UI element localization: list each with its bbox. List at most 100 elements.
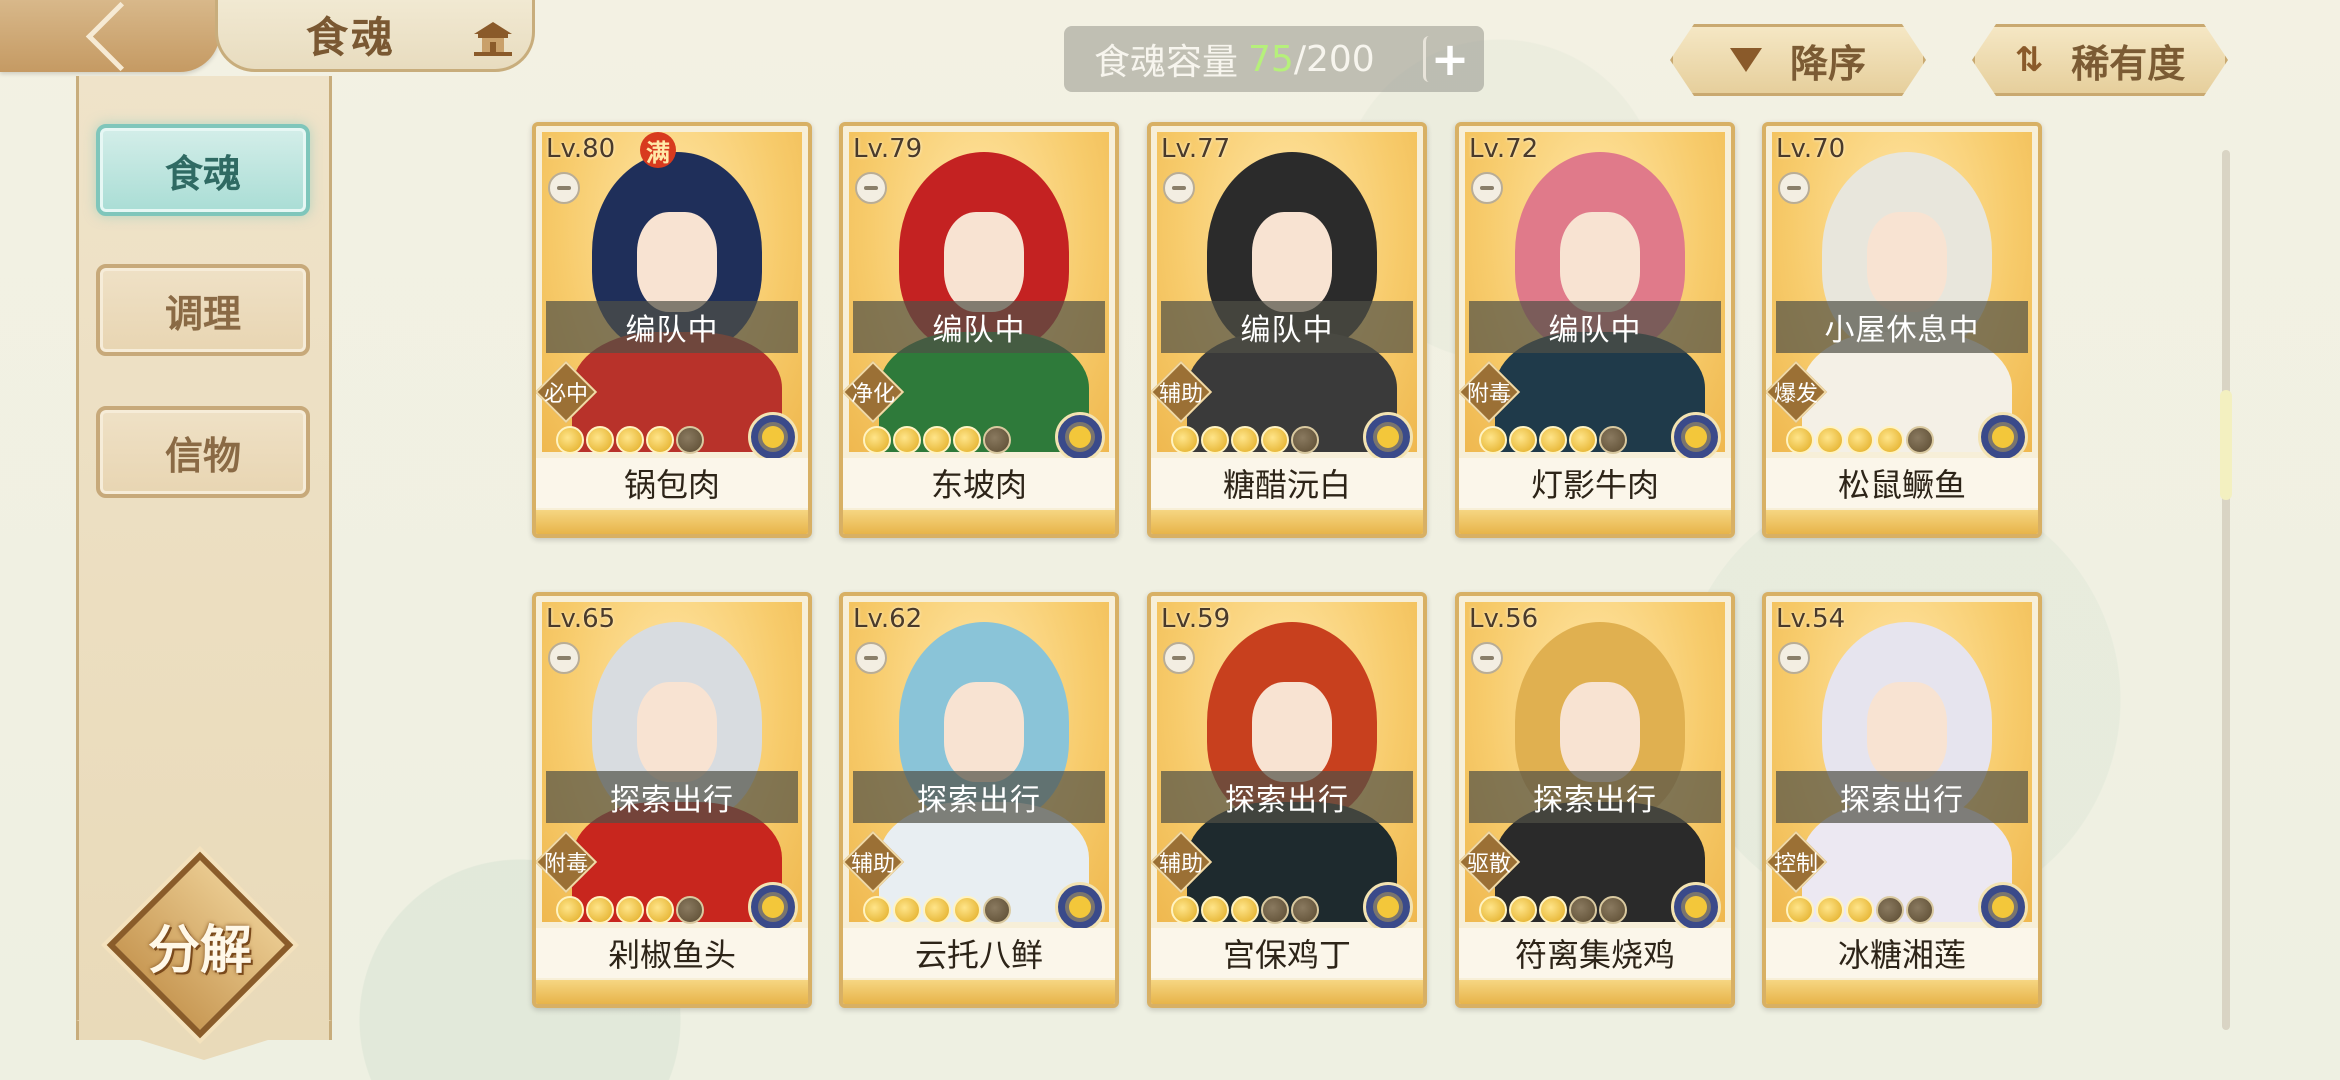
portrait-face [1867,682,1947,782]
star-icon [646,896,674,924]
card-name: 冰糖湘莲 [1766,928,2038,978]
back-button[interactable] [0,0,220,72]
portrait-face [1560,212,1640,312]
card-level: Lv.59 [1161,604,1231,634]
element-flower-icon [1978,412,2028,462]
role-label: 驱散 [1466,852,1511,877]
role-badge: 驱散 [1459,830,1521,894]
add-capacity-button[interactable]: + [1423,32,1474,86]
lock-icon[interactable] [548,172,580,204]
card-level: Lv.62 [853,604,923,634]
role-label: 附毒 [543,852,588,877]
lock-icon[interactable] [1778,642,1810,674]
star-rating [863,896,1011,926]
card-level: Lv.77 [1161,134,1231,164]
tab-food-souls[interactable]: 食魂 [96,124,310,216]
card-name: 宫保鸡丁 [1151,928,1423,978]
lock-icon[interactable] [1471,642,1503,674]
card-rarity-bar [1151,980,1423,1004]
star-icon [953,896,981,924]
card-level: Lv.56 [1469,604,1539,634]
lock-icon[interactable] [1778,172,1810,204]
role-badge: 爆发 [1766,360,1828,424]
capacity-separator: / [1293,38,1306,80]
star-icon [1201,896,1229,924]
card-level: Lv.72 [1469,134,1539,164]
tab-tokens[interactable]: 信物 [96,406,310,498]
food-soul-card[interactable]: Lv.79 编队中 净化 东坡肉 [839,122,1119,538]
card-status: 编队中 [1161,301,1413,353]
portrait-face [944,212,1024,312]
star-icon [1509,896,1537,924]
sort-rarity-button[interactable]: ⇅ 稀有度 [1972,24,2228,96]
role-badge: 必中 [536,360,598,424]
star-icon [1479,896,1507,924]
star-icon [1539,426,1567,454]
food-soul-card[interactable]: Lv.56 探索出行 驱散 符离集烧鸡 [1455,592,1735,1008]
star-icon [1846,896,1874,924]
star-icon [983,426,1011,454]
star-icon [923,426,951,454]
card-status: 探索出行 [1776,771,2028,823]
role-badge: 辅助 [1151,830,1213,894]
lock-icon[interactable] [855,642,887,674]
card-level: Lv.79 [853,134,923,164]
star-icon [556,426,584,454]
card-status: 小屋休息中 [1776,301,2028,353]
card-status: 探索出行 [853,771,1105,823]
star-rating [1171,896,1319,926]
top-header: 食魂 [0,0,540,76]
home-icon[interactable] [470,18,516,58]
star-icon [1261,896,1289,924]
food-soul-card[interactable]: Lv.62 探索出行 辅助 云托八鲜 [839,592,1119,1008]
scrollbar-track[interactable] [2222,150,2230,1030]
role-label: 控制 [1773,852,1818,877]
element-flower-icon [1363,412,1413,462]
decompose-label: 分解 [147,920,252,981]
star-icon [1261,426,1289,454]
star-icon [863,426,891,454]
card-rarity-bar [1459,980,1731,1004]
star-icon [863,896,891,924]
lock-icon[interactable] [1163,642,1195,674]
food-soul-card[interactable]: Lv.80 满 编队中 必中 锅包肉 [532,122,812,538]
card-name: 东坡肉 [843,458,1115,508]
star-icon [1569,896,1597,924]
portrait-face [637,682,717,782]
food-soul-card[interactable]: Lv.54 探索出行 控制 冰糖湘莲 [1762,592,2042,1008]
portrait-face [1560,682,1640,782]
star-icon [1876,426,1904,454]
food-soul-card[interactable]: Lv.59 探索出行 辅助 宫保鸡丁 [1147,592,1427,1008]
role-badge: 附毒 [1459,360,1521,424]
decompose-button[interactable]: 分解 [106,851,294,1039]
role-label: 必中 [543,382,588,407]
card-name: 糖醋沅白 [1151,458,1423,508]
portrait-face [944,682,1024,782]
star-icon [1876,896,1904,924]
plus-icon: + [1430,32,1470,86]
star-icon [676,426,704,454]
sort-order-button[interactable]: 降序 [1670,24,1926,96]
star-icon [1816,896,1844,924]
star-rating [1479,896,1627,926]
scrollbar-thumb[interactable] [2220,390,2232,500]
star-icon [1291,896,1319,924]
role-label: 爆发 [1773,382,1818,407]
lock-icon[interactable] [855,172,887,204]
element-flower-icon [1978,882,2028,932]
star-icon [1171,896,1199,924]
card-status: 探索出行 [1469,771,1721,823]
food-soul-card[interactable]: Lv.77 编队中 辅助 糖醋沅白 [1147,122,1427,538]
lock-icon[interactable] [548,642,580,674]
tab-conditioning[interactable]: 调理 [96,264,310,356]
food-soul-card[interactable]: Lv.72 编队中 附毒 灯影牛肉 [1455,122,1735,538]
card-rarity-bar [1766,510,2038,534]
food-soul-card[interactable]: Lv.70 小屋休息中 爆发 松鼠鳜鱼 [1762,122,2042,538]
lock-icon[interactable] [1163,172,1195,204]
star-icon [1846,426,1874,454]
star-icon [1201,426,1229,454]
sort-rarity-label: 稀有度 [2071,41,2186,86]
lock-icon[interactable] [1471,172,1503,204]
food-soul-card[interactable]: Lv.65 探索出行 附毒 剁椒鱼头 [532,592,812,1008]
star-rating [1479,426,1627,456]
